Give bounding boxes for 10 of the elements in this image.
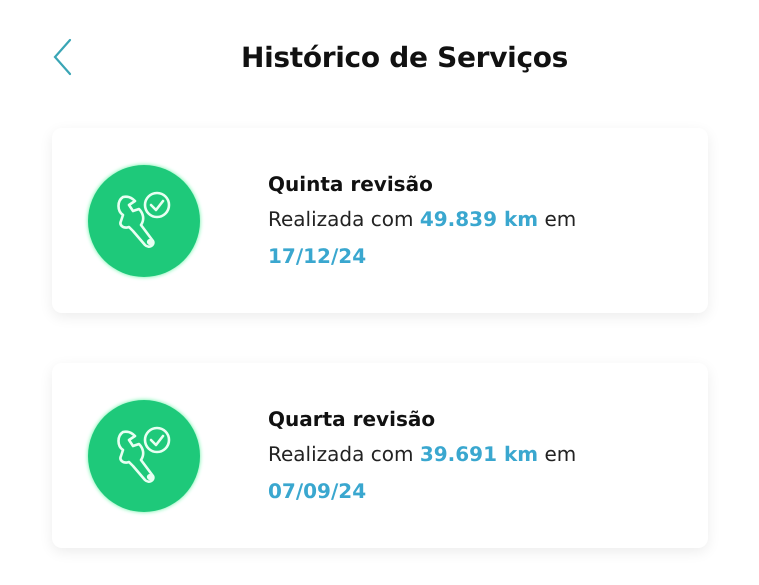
page-title: Histórico de Serviços bbox=[240, 41, 568, 74]
service-description: Realizada com 39.691 km em 07/09/24 bbox=[268, 440, 578, 504]
service-card[interactable]: Quarta revisão Realizada com 39.691 km em 07/09/24 bbox=[52, 363, 708, 548]
service-card[interactable]: Quinta revisão Realizada com 49.839 km em 17/12/24 bbox=[52, 128, 708, 313]
service-title: Quinta revisão bbox=[268, 170, 434, 198]
wrench-check-icon bbox=[115, 426, 173, 486]
back-icon bbox=[52, 38, 72, 76]
wrench-check-icon bbox=[115, 190, 173, 250]
service-title: Quarta revisão bbox=[268, 406, 436, 432]
service-description: Realizada com 49.839 km em 17/12/24 bbox=[268, 206, 578, 270]
